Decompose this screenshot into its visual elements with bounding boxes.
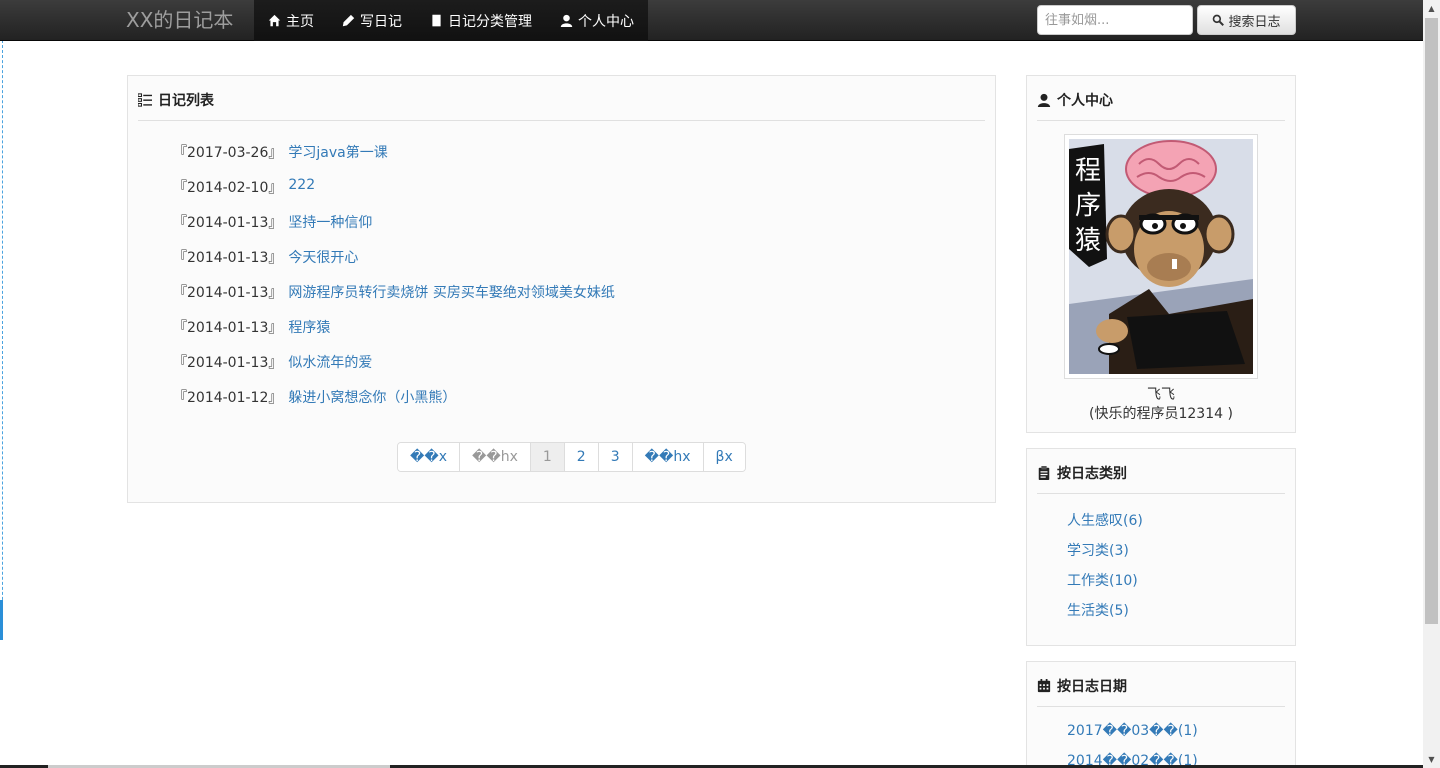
diary-list: 『2017-03-26』 学习java第一课 『2014-02-10』 222 『2…: [128, 121, 995, 422]
category-link[interactable]: 人生感叹(6): [1067, 513, 1143, 529]
clipboard-icon: [1038, 466, 1050, 480]
diary-link[interactable]: 坚持一种信仰: [288, 212, 372, 247]
diary-date: 『2017-03-26』: [173, 145, 283, 161]
page-prev[interactable]: ��hx: [459, 443, 530, 471]
date-panel: 按日志日期 2017��03��(1) 2014��02��(1): [1026, 661, 1296, 768]
diary-link[interactable]: 躲进小窝想念你（小黑熊）: [288, 387, 456, 422]
nav-home[interactable]: 主页: [254, 0, 328, 41]
diary-list-title: 日记列表: [158, 93, 214, 109]
list-item: 『2014-01-13』 今天很开心: [173, 247, 995, 282]
profile-title: 个人中心: [1057, 93, 1113, 109]
nav-home-label: 主页: [286, 13, 314, 30]
diary-link[interactable]: 222: [288, 177, 315, 212]
pencil-icon: [342, 14, 355, 27]
page-next[interactable]: ��hx: [631, 443, 703, 471]
nav-write-diary-label: 写日记: [360, 13, 402, 30]
nav-write-diary[interactable]: 写日记: [328, 0, 416, 41]
user-icon: [560, 14, 573, 27]
signature: (快乐的程序员12314 ): [1089, 406, 1233, 422]
category-list: 人生感叹(6) 学习类(3) 工作类(10) 生活类(5): [1027, 494, 1295, 630]
user-icon: [1037, 93, 1051, 107]
avatar-text-3: 猿: [1075, 226, 1101, 256]
calendar-icon: [1037, 679, 1051, 693]
nav-personal-center[interactable]: 个人中心: [546, 0, 648, 41]
search-icon: [1213, 14, 1225, 26]
profile-panel: 个人中心 程 序 猿 飞飞 (快乐的程序员12314): [1026, 75, 1296, 433]
category-panel: 按日志类别 人生感叹(6) 学习类(3) 工作类(10) 生活类(5): [1026, 448, 1296, 646]
diary-link[interactable]: 学习java第一课: [288, 142, 387, 177]
book-icon: [432, 14, 441, 27]
list-item: 『2014-01-13』 网游程序员转行卖烧饼 买房买车娶绝对领域美女妹纸: [173, 282, 995, 317]
list-item: 『2014-01-13』 坚持一种信仰: [173, 212, 995, 247]
date-list: 2017��03��(1) 2014��02��(1): [1027, 707, 1295, 768]
list-icon: [138, 93, 152, 107]
pagination: ��x ��hx 1 2 3 ��hx βx: [397, 442, 746, 472]
list-item: 工作类(10): [1067, 570, 1295, 600]
diary-link[interactable]: 网游程序员转行卖烧饼 买房买车娶绝对领域美女妹纸: [288, 282, 614, 317]
nav-category-manage[interactable]: 日记分类管理: [416, 0, 546, 41]
date-title: 按日志日期: [1057, 679, 1127, 695]
list-item: 『2014-01-13』 程序猿: [173, 317, 995, 352]
list-item: 『2014-02-10』 222: [173, 177, 995, 212]
list-item: 『2014-01-12』 躲进小窝想念你（小黑熊）: [173, 387, 995, 422]
avatar-text-1: 程: [1075, 156, 1101, 186]
nickname: 飞飞: [1147, 387, 1175, 403]
scrollbar-thumb[interactable]: [1425, 18, 1438, 624]
nav-category-manage-label: 日记分类管理: [448, 13, 532, 30]
category-link[interactable]: 工作类(10): [1067, 573, 1138, 589]
page-last[interactable]: βx: [702, 443, 745, 471]
diary-date: 『2014-01-13』: [173, 215, 283, 231]
page-1[interactable]: 1: [529, 443, 564, 471]
page-scrollbar[interactable]: ▲ ▼: [1423, 0, 1440, 768]
brand-logo[interactable]: XX的日记本: [126, 0, 233, 41]
avatar-text-2: 序: [1075, 191, 1101, 221]
diary-date: 『2014-01-13』: [173, 250, 283, 266]
left-guide-line: [2, 40, 3, 640]
scroll-down-arrow-icon[interactable]: ▼: [1423, 751, 1440, 768]
list-item: 学习类(3): [1067, 540, 1295, 570]
list-item: 『2014-01-13』 似水流年的爱: [173, 352, 995, 387]
search-button[interactable]: 搜索日志: [1197, 5, 1296, 35]
diary-link[interactable]: 程序猿: [288, 317, 330, 352]
left-guide-marker: [0, 600, 3, 640]
page-first[interactable]: ��x: [398, 443, 459, 471]
category-title: 按日志类别: [1057, 466, 1127, 482]
page-3[interactable]: 3: [597, 443, 632, 471]
date-link[interactable]: 2017��03��(1): [1067, 723, 1198, 739]
list-item: 『2017-03-26』 学习java第一课: [173, 142, 995, 177]
category-link[interactable]: 学习类(3): [1067, 543, 1129, 559]
main-nav: 主页 写日记 日记分类管理 个人中心: [254, 0, 648, 41]
list-item: 2017��03��(1): [1067, 723, 1295, 753]
top-navbar: XX的日记本 主页 写日记 日记分类管理 个人中心 搜索日志: [0, 0, 1423, 41]
diary-date: 『2014-01-13』: [173, 285, 283, 301]
profile-header: 个人中心: [1037, 76, 1285, 121]
page-2[interactable]: 2: [563, 443, 598, 471]
list-item: 生活类(5): [1067, 600, 1295, 630]
search-button-label: 搜索日志: [1228, 14, 1281, 30]
category-link[interactable]: 生活类(5): [1067, 603, 1129, 619]
diary-list-header: 日记列表: [138, 76, 985, 121]
diary-link[interactable]: 今天很开心: [288, 247, 358, 282]
home-icon: [268, 14, 281, 27]
search-input[interactable]: [1037, 5, 1193, 35]
monkey-programmer-avatar: 程 序 猿: [1069, 139, 1253, 374]
diary-date: 『2014-01-12』: [173, 390, 283, 406]
diary-link[interactable]: 似水流年的爱: [288, 352, 372, 387]
avatar: 程 序 猿: [1064, 134, 1258, 379]
category-header: 按日志类别: [1037, 449, 1285, 494]
date-header: 按日志日期: [1037, 662, 1285, 707]
list-item: 人生感叹(6): [1067, 510, 1295, 540]
nav-personal-center-label: 个人中心: [578, 13, 634, 30]
diary-list-panel: 日记列表 『2017-03-26』 学习java第一课 『2014-02-10』 2…: [127, 75, 996, 503]
diary-date: 『2014-01-13』: [173, 355, 283, 371]
diary-date: 『2014-01-13』: [173, 320, 283, 336]
scroll-up-arrow-icon[interactable]: ▲: [1423, 0, 1440, 17]
diary-date: 『2014-02-10』: [173, 180, 283, 196]
